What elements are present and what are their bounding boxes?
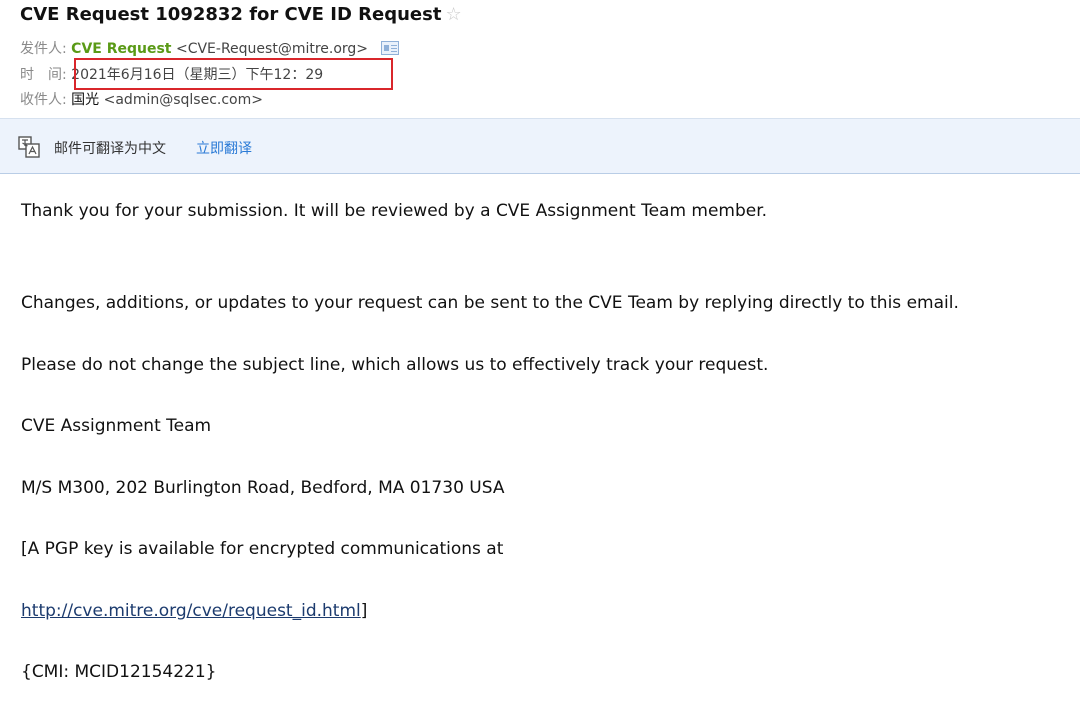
to-label: 收件人: [20,92,67,108]
body-paragraph: Thank you for your submission. It will b… [21,201,768,221]
email-header: CVE Request 1092832 for CVE ID Request ☆ … [0,0,1080,118]
subject-text: CVE Request 1092832 for CVE ID Request [20,4,442,25]
body-paragraph: Please do not change the subject line, w… [21,355,769,375]
pgp-note: [A PGP key is available for encrypted co… [21,539,504,559]
request-id-link[interactable]: http://cve.mitre.org/cve/request_id.html [21,601,361,621]
to-row: 收件人: 国光 <admin@sqlsec.com> [20,89,263,109]
contact-card-icon[interactable] [380,41,399,55]
translate-text: 邮件可翻译为中文 [54,141,166,157]
sender-address[interactable]: <CVE-Request@mitre.org> [176,41,368,57]
email-subject: CVE Request 1092832 for CVE ID Request ☆ [20,4,462,25]
signature-team: CVE Assignment Team [21,416,212,436]
highlight-box [74,58,393,90]
translate-icon [18,136,40,158]
cmi-id: {CMI: MCID12154221} [21,662,217,682]
sender-name[interactable]: CVE Request [71,41,171,57]
star-icon[interactable]: ☆ [445,4,461,25]
from-row: 发件人: CVE Request <CVE-Request@mitre.org> [20,38,399,58]
from-label: 发件人: [20,41,67,57]
translate-now-link[interactable]: 立即翻译 [196,138,252,158]
recipient-address[interactable]: <admin@sqlsec.com> [104,92,263,108]
recipient-name[interactable]: 国光 [71,92,99,108]
signature-address: M/S M300, 202 Burlington Road, Bedford, … [21,478,505,498]
pgp-link-line: http://cve.mitre.org/cve/request_id.html… [21,601,367,621]
link-suffix: ] [360,601,368,621]
translate-bar: 邮件可翻译为中文 立即翻译 [0,118,1080,174]
body-paragraph: Changes, additions, or updates to your r… [21,293,959,313]
time-label: 时 间: [20,67,67,83]
